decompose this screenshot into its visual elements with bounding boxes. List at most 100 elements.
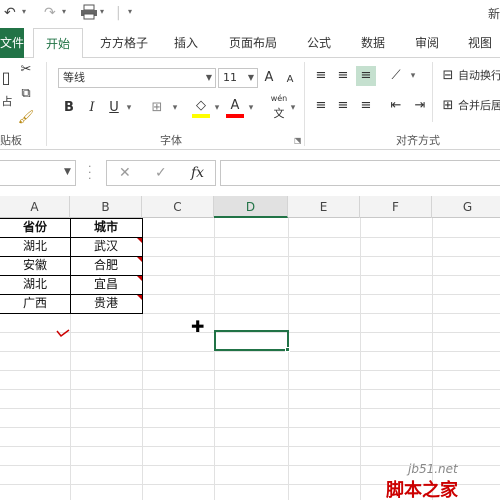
- comment-indicator[interactable]: [137, 257, 142, 262]
- redo-icon[interactable]: ↷: [44, 4, 56, 22]
- gridline: [0, 408, 500, 409]
- printer-icon[interactable]: [80, 4, 98, 22]
- gridline: [360, 218, 361, 500]
- qat-customize-icon[interactable]: ▾: [100, 7, 104, 16]
- cell-b5[interactable]: 贵港: [70, 294, 142, 313]
- group-divider: [304, 62, 305, 146]
- paste-icon[interactable]: ▯: [0, 68, 12, 88]
- tab-formulas[interactable]: 公式: [298, 28, 340, 58]
- tab-data[interactable]: 数据: [352, 28, 394, 58]
- column-header-f[interactable]: F: [360, 196, 432, 218]
- column-header-b[interactable]: B: [70, 196, 142, 218]
- decrease-indent-icon[interactable]: ⇤: [386, 96, 406, 116]
- cell-b2[interactable]: 武汉: [70, 237, 142, 256]
- borders-icon[interactable]: ⊞: [148, 98, 166, 118]
- active-cell-selection[interactable]: [214, 330, 289, 351]
- column-header-e[interactable]: E: [288, 196, 360, 218]
- formula-bar-grip-icon[interactable]: · · ·: [88, 161, 94, 184]
- cell-a4[interactable]: 湖北: [0, 275, 70, 294]
- column-header-a[interactable]: A: [0, 196, 70, 218]
- align-center-icon[interactable]: ≡: [334, 96, 352, 116]
- tab-insert[interactable]: 插入: [166, 28, 206, 58]
- formula-bar: ▼ · · · ✕ ✓ fx: [0, 160, 500, 190]
- fill-color-icon[interactable]: ◇: [192, 96, 210, 116]
- font-dialog-launcher-icon[interactable]: ⬔: [294, 136, 302, 145]
- comment-indicator[interactable]: [137, 295, 142, 300]
- orientation-icon[interactable]: ⟋: [386, 66, 406, 86]
- qat-more-icon[interactable]: ▾: [128, 7, 132, 16]
- tab-view[interactable]: 视图: [460, 28, 500, 58]
- insert-function-button[interactable]: fx: [191, 165, 204, 181]
- table-border: [70, 218, 71, 314]
- font-color-swatch: [226, 114, 244, 118]
- underline-dropdown-icon[interactable]: ▾: [124, 98, 134, 118]
- column-header-c[interactable]: C: [142, 196, 214, 218]
- tab-page-layout[interactable]: 页面布局: [222, 28, 284, 58]
- formula-buttons: ✕ ✓ fx: [106, 160, 216, 186]
- font-size-value: 11: [223, 71, 237, 84]
- wrap-text-button[interactable]: 自动换行: [458, 66, 500, 86]
- font-color-button[interactable]: A: [228, 96, 242, 116]
- copy-icon[interactable]: ⧉: [16, 84, 36, 104]
- column-header-g[interactable]: G: [432, 196, 500, 218]
- cell-b1[interactable]: 城市: [70, 218, 142, 237]
- cell-a1[interactable]: 省份: [0, 218, 70, 237]
- fill-handle[interactable]: [285, 347, 290, 352]
- red-check-mark-icon: [56, 329, 70, 338]
- undo-icon[interactable]: ↶: [4, 4, 16, 22]
- chevron-down-icon[interactable]: ▼: [248, 69, 254, 87]
- ribbon-tab-bar: 文件 开始 方方格子 插入 页面布局 公式 数据 审阅 视图: [0, 28, 500, 59]
- font-name-combo[interactable]: 等线 ▼: [58, 68, 216, 88]
- phonetic-dropdown-icon[interactable]: ▾: [288, 98, 298, 118]
- italic-button[interactable]: I: [86, 98, 98, 118]
- worksheet-grid[interactable]: A B C D E F G 省份 城市 湖北 武汉 安徽 合肥 湖北 宜昌 广西…: [0, 196, 500, 500]
- increase-indent-icon[interactable]: ⇥: [410, 96, 430, 116]
- comment-indicator[interactable]: [137, 276, 142, 281]
- gridline: [214, 218, 215, 500]
- cell-a2[interactable]: 湖北: [0, 237, 70, 256]
- cancel-icon[interactable]: ✕: [119, 165, 131, 181]
- grow-font-button[interactable]: A: [262, 68, 276, 88]
- tab-fangfang[interactable]: 方方格子: [92, 28, 156, 58]
- cell-b4[interactable]: 宜昌: [70, 275, 142, 294]
- group-alignment-label: 对齐方式: [396, 134, 440, 147]
- comment-indicator[interactable]: [137, 238, 142, 243]
- underline-button[interactable]: U: [108, 98, 120, 118]
- chevron-down-icon[interactable]: ▼: [206, 69, 212, 87]
- table-border: [0, 313, 143, 314]
- cell-a5[interactable]: 广西: [0, 294, 70, 313]
- watermark-url: jb51.net: [408, 462, 458, 476]
- align-right-icon[interactable]: ≡: [356, 96, 376, 116]
- orientation-dropdown-icon[interactable]: ▾: [408, 66, 418, 86]
- wrap-text-icon[interactable]: ⊟: [440, 66, 456, 86]
- tab-home[interactable]: 开始: [33, 28, 83, 59]
- paste-label[interactable]: 占: [0, 92, 14, 112]
- borders-dropdown-icon[interactable]: ▾: [170, 98, 180, 118]
- enter-icon[interactable]: ✓: [155, 165, 167, 181]
- undo-dropdown-icon[interactable]: ▾: [22, 7, 26, 16]
- chevron-down-icon[interactable]: ▼: [64, 167, 71, 177]
- align-bottom-icon[interactable]: ≡: [356, 66, 376, 86]
- fill-dropdown-icon[interactable]: ▾: [212, 98, 222, 118]
- merge-center-button[interactable]: 合并后居中: [458, 96, 500, 116]
- shrink-font-button[interactable]: A: [284, 70, 296, 90]
- tab-file[interactable]: 文件: [0, 28, 24, 58]
- merge-center-icon[interactable]: ⊞: [440, 96, 456, 116]
- align-top-icon[interactable]: ≡: [312, 66, 330, 86]
- format-painter-icon[interactable]: 🖌: [16, 108, 36, 128]
- tab-review[interactable]: 审阅: [406, 28, 448, 58]
- tab-insert-label: 插入: [173, 36, 198, 50]
- tab-file-label: 文件: [0, 36, 24, 50]
- gridline: [432, 218, 433, 500]
- cell-b3[interactable]: 合肥: [70, 256, 142, 275]
- cell-a3[interactable]: 安徽: [0, 256, 70, 275]
- redo-dropdown-icon[interactable]: ▾: [62, 7, 66, 16]
- bold-button[interactable]: B: [62, 98, 76, 118]
- font-size-combo[interactable]: 11 ▼: [218, 68, 258, 88]
- align-left-icon[interactable]: ≡: [312, 96, 330, 116]
- align-middle-icon[interactable]: ≡: [334, 66, 352, 86]
- cut-icon[interactable]: ✂: [16, 60, 36, 80]
- column-header-d[interactable]: D: [214, 196, 288, 218]
- font-color-dropdown-icon[interactable]: ▾: [246, 98, 256, 118]
- formula-input[interactable]: [220, 160, 500, 186]
